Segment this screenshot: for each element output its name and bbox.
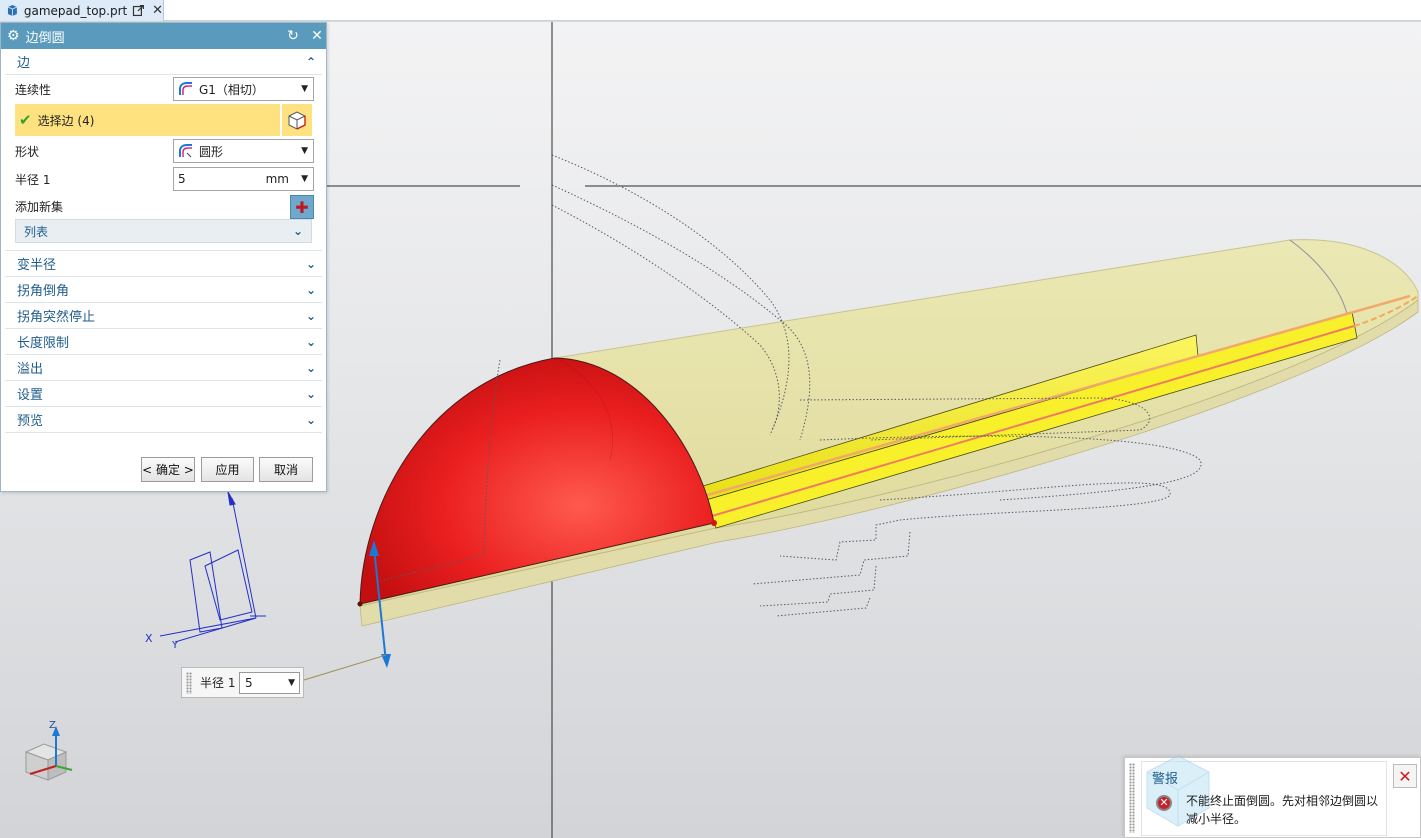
chevron-down-icon[interactable]: ▼ [301, 84, 308, 94]
axis-x-label: X [145, 632, 153, 645]
section-label: 预览 [17, 414, 44, 429]
select-edge-label: 选择边 (4) [37, 113, 95, 128]
section-preview[interactable]: 预览 ⌄ [5, 407, 322, 433]
ok-button[interactable]: < 确定 > [141, 457, 195, 482]
axis-y-label: Y [171, 640, 179, 651]
view-orientation-triad[interactable] [24, 726, 73, 781]
shape-row: 形状 圆形 ▼ [1, 137, 326, 165]
section-settings[interactable]: 设置 ⌄ [5, 381, 322, 407]
chevron-down-icon[interactable]: ⌄ [306, 387, 316, 401]
radius-value[interactable]: 5 [178, 172, 186, 186]
gear-icon[interactable]: ⚙ [7, 28, 20, 44]
section-label: 长度限制 [17, 336, 70, 351]
alert-body: 警报 ✕ 不能终止面倒圆。先对相邻边倒圆以减小半径。 [1141, 755, 1387, 836]
list-label: 列表 [24, 224, 49, 239]
alert-panel: 警报 ✕ 不能终止面倒圆。先对相邻边倒圆以减小半径。 ✕ [1124, 755, 1421, 838]
radius-row: 半径 1 5 mm ▼ [1, 165, 326, 193]
onscreen-radius-label: 半径 1 [200, 676, 236, 690]
section-overflow[interactable]: 溢出 ⌄ [5, 355, 322, 381]
chevron-down-icon[interactable]: ⌄ [293, 224, 303, 238]
section-label: 拐角倒角 [17, 284, 70, 299]
dialog-button-row: < 确定 > 应用 取消 [1, 457, 326, 483]
cancel-button[interactable]: 取消 [259, 457, 313, 482]
alert-message: 不能终止面倒圆。先对相邻边倒圆以减小半径。 [1186, 794, 1379, 826]
continuity-select[interactable]: G1（相切） ▼ [173, 77, 314, 101]
circular-shape-icon [179, 144, 192, 158]
shape-value: 圆形 [199, 144, 224, 159]
continuity-value: G1（相切） [199, 82, 264, 97]
onscreen-radius-value[interactable]: 5 [245, 676, 253, 690]
chevron-down-icon[interactable]: ⌄ [306, 413, 316, 427]
alert-title: 警报 [1152, 772, 1179, 787]
section-stop-short[interactable]: 拐角突然停止 ⌄ [5, 303, 322, 329]
chevron-down-icon[interactable]: ⌄ [306, 283, 316, 297]
section-label: 变半径 [17, 258, 57, 273]
edge-blend-dialog: ⚙ 边倒圆 ↻ ✕ 边 ⌃ 连续性 G1（相切） ▼ ✔ 选择边 (4) 形状 … [0, 22, 327, 492]
part-file-icon [7, 5, 18, 16]
tangent-continuity-icon [179, 82, 192, 95]
radius-input[interactable]: 5 mm ▼ [173, 167, 314, 191]
section-label: 溢出 [17, 362, 44, 377]
add-set-icon: ✚ [295, 197, 309, 217]
continuity-row: 连续性 G1（相切） ▼ [1, 75, 326, 103]
chevron-down-icon[interactable]: ⌄ [306, 361, 316, 375]
select-edge-row[interactable]: ✔ 选择边 (4) [15, 104, 312, 136]
chevron-down-icon[interactable]: ⌄ [306, 335, 316, 349]
add-set-label: 添加新集 [15, 199, 64, 214]
chevron-down-icon[interactable]: ▼ [301, 146, 308, 156]
onscreen-radius-field[interactable]: 5 ▼ [239, 672, 300, 694]
list-toggle[interactable]: 列表 ⌄ [15, 219, 312, 243]
section-corner-setback[interactable]: 拐角倒角 ⌄ [5, 277, 322, 303]
chevron-down-icon[interactable]: ⌄ [306, 309, 316, 323]
add-set-row: 添加新集 ✚ [1, 193, 326, 219]
apply-button[interactable]: 应用 [201, 457, 254, 482]
undock-icon[interactable] [132, 4, 145, 17]
section-variable-radius[interactable]: 变半径 ⌄ [5, 251, 322, 277]
add-new-set-button[interactable]: ✚ [290, 195, 314, 219]
drag-grip-icon[interactable] [1129, 763, 1135, 833]
checkmark-icon: ✔ [19, 111, 32, 129]
section-edge-label: 边 [17, 56, 31, 71]
document-tab-filename: gamepad_top.prt [23, 3, 128, 18]
chevron-down-icon[interactable]: ▼ [301, 174, 308, 184]
select-edge-button[interactable] [280, 104, 312, 136]
onscreen-radius-input[interactable]: 半径 1 5 ▼ [181, 667, 304, 698]
drag-grip-icon[interactable] [186, 672, 192, 694]
cube-select-icon [288, 111, 306, 130]
document-tab-bar: gamepad_top.prt ✕ [0, 0, 1421, 21]
wcs-triad [159, 491, 266, 643]
reset-icon[interactable]: ↻ [284, 28, 302, 44]
section-length-limit[interactable]: 长度限制 ⌄ [5, 329, 322, 355]
alert-close-button[interactable]: ✕ [1393, 764, 1417, 788]
radius-label: 半径 1 [15, 172, 51, 187]
close-icon: ✕ [1398, 766, 1412, 786]
axis-z-label: Z [49, 720, 56, 731]
continuity-label: 连续性 [15, 82, 52, 97]
close-icon[interactable]: ✕ [308, 28, 326, 44]
section-label: 拐角突然停止 [17, 310, 96, 325]
section-edge-header[interactable]: 边 ⌃ [5, 49, 322, 75]
radius-unit: mm [265, 172, 289, 186]
shape-label: 形状 [15, 144, 40, 159]
section-label: 设置 [17, 388, 44, 403]
close-icon[interactable]: ✕ [152, 3, 163, 18]
chevron-up-icon[interactable]: ⌃ [306, 55, 316, 69]
chevron-down-icon[interactable]: ⌄ [306, 257, 316, 271]
shape-select[interactable]: 圆形 ▼ [173, 139, 314, 163]
error-icon: ✕ [1156, 795, 1172, 811]
dialog-title: 边倒圆 [25, 30, 65, 46]
chevron-down-icon[interactable]: ▼ [288, 678, 295, 688]
document-tab[interactable]: gamepad_top.prt ✕ [0, 0, 164, 21]
dialog-title-bar[interactable]: ⚙ 边倒圆 ↻ ✕ [1, 23, 326, 49]
